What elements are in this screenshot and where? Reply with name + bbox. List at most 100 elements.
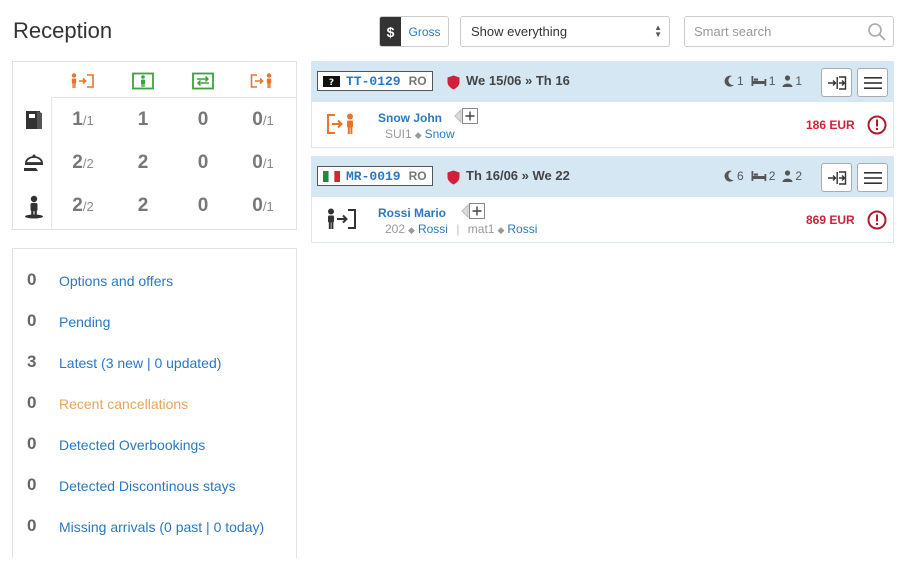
filter-select[interactable]: Show everything ▲ ▼ — [460, 16, 670, 47]
list-link[interactable]: Detected Discontinous stays — [59, 478, 236, 494]
alert-icon[interactable] — [867, 115, 887, 135]
check-in-out-button[interactable] — [821, 163, 852, 192]
list-link[interactable]: Pending — [59, 314, 110, 330]
room-move-icon[interactable] — [188, 72, 218, 90]
stat-cell-guest-arrivals[interactable]: 2/2 — [58, 195, 108, 217]
list-item-discontinuous[interactable]: 0 Detected Discontinous stays — [13, 475, 296, 499]
add-guest-button[interactable] — [461, 203, 485, 219]
booking-code[interactable]: MR-0019 — [346, 169, 401, 184]
list-item-cancellations[interactable]: 0 Recent cancellations — [13, 393, 296, 417]
list-item-overbookings[interactable]: 0 Detected Overbookings — [13, 434, 296, 458]
booking-code-box[interactable]: MR-0019 RO — [317, 166, 433, 186]
list-item-latest[interactable]: 3 Latest (3 new | 0 updated) — [13, 352, 296, 376]
booking-menu-button[interactable] — [857, 68, 888, 97]
unknown-flag-icon: ? — [323, 75, 340, 87]
booking-card: ? TT-0129 RO We 15/06 » Th 16 1 1 1 Snow… — [311, 61, 894, 148]
hamburger-icon — [863, 76, 882, 89]
stat-cell-room-moves[interactable]: 0 — [178, 109, 228, 131]
stat-cell-meal-arrivals[interactable]: 2/2 — [58, 152, 108, 174]
alert-icon[interactable] — [867, 210, 887, 230]
search-icon[interactable] — [867, 22, 887, 42]
booking-guest-row: Snow John SUI1 ◆ Snow 186 EUR — [312, 102, 893, 147]
room-guest-link[interactable]: Rossi — [507, 222, 537, 236]
nights-count: 6 — [737, 169, 744, 183]
booking-code-box[interactable]: ? TT-0129 RO — [317, 71, 433, 91]
booking-guest-row: Rossi Mario 202 ◆ Rossi | mat1 ◆ Rossi 869 E… — [312, 197, 893, 242]
filter-select-value: Show everything — [471, 24, 568, 39]
room-number: SUI1 — [385, 127, 412, 141]
list-count: 0 — [27, 311, 37, 330]
stat-cell-meal-inhouse[interactable]: 2 — [118, 152, 168, 174]
list-link[interactable]: Detected Overbookings — [59, 437, 205, 453]
board-code: RO — [408, 169, 427, 183]
italy-flag-icon — [323, 170, 340, 182]
person-icon — [782, 170, 793, 182]
guests-count: 1 — [795, 74, 803, 88]
departure-icon[interactable] — [248, 72, 278, 90]
smart-search-input[interactable]: Smart search — [684, 16, 894, 47]
booking-dates: Th 16/06 » We 22 — [466, 168, 570, 183]
stat-cell-guest-departures[interactable]: 0/1 — [238, 195, 288, 217]
list-count: 0 — [27, 393, 37, 412]
guest-name-link[interactable]: Rossi Mario — [378, 206, 446, 220]
select-caret-icon: ▲ ▼ — [654, 23, 662, 39]
hamburger-icon — [863, 171, 882, 184]
add-guest-button[interactable] — [454, 108, 478, 124]
tab-arrow-icon — [454, 109, 462, 123]
in-house-icon[interactable] — [128, 72, 158, 90]
booking-header: MR-0019 RO Th 16/06 » We 22 6 2 2 — [312, 157, 893, 197]
check-in-out-icon — [827, 170, 846, 185]
booking-dates: We 15/06 » Th 16 — [466, 73, 570, 88]
stat-cell-meal-departures[interactable]: 0/1 — [238, 152, 288, 174]
meal-service-icon — [22, 152, 46, 176]
booking-stats: 6 2 2 — [724, 169, 802, 183]
check-in-out-icon — [827, 75, 846, 90]
booking-stats: 1 1 1 — [724, 74, 802, 88]
list-link[interactable]: Latest (3 new | 0 updated) — [59, 355, 221, 371]
shield-icon — [447, 75, 460, 90]
guest-name-link[interactable]: Snow John — [378, 111, 442, 125]
shield-icon — [447, 170, 460, 185]
stat-cell-room-departures[interactable]: 0/1 — [238, 109, 288, 131]
plus-icon — [469, 203, 485, 219]
booking-card: MR-0019 RO Th 16/06 » We 22 6 2 2 Rossi … — [311, 156, 894, 243]
room-guest-link[interactable]: Snow — [425, 127, 455, 141]
stat-cell-guest-inhouse[interactable]: 2 — [118, 195, 168, 217]
list-count: 0 — [27, 516, 37, 535]
list-link[interactable]: Options and offers — [59, 273, 173, 289]
booking-menu-button[interactable] — [857, 163, 888, 192]
separator: | — [456, 222, 460, 236]
guest-icon — [22, 195, 46, 219]
room-number: mat1 — [467, 222, 495, 236]
room-number: 202 — [385, 222, 406, 236]
stat-cell-room-arrivals[interactable]: 1/1 — [58, 109, 108, 131]
list-item-options[interactable]: 0 Options and offers — [13, 270, 296, 294]
arrival-icon — [328, 208, 356, 229]
booking-code[interactable]: TT-0129 — [346, 74, 401, 89]
stat-cell-meal-moves[interactable]: 0 — [178, 152, 228, 174]
currency-symbol: $ — [380, 17, 401, 46]
room-guest-link[interactable]: Rossi — [418, 222, 448, 236]
moon-icon — [724, 75, 734, 87]
stat-cell-guest-moves[interactable]: 0 — [178, 195, 228, 217]
arrival-icon[interactable] — [68, 72, 98, 90]
list-item-missing-arrivals[interactable]: 0 Missing arrivals (0 past | 0 today) — [13, 516, 296, 540]
search-placeholder: Smart search — [694, 24, 772, 39]
list-item-pending[interactable]: 0 Pending — [13, 311, 296, 335]
counters-list: 0 Options and offers 0 Pending 3 Latest … — [12, 248, 297, 558]
guest-room-info: SUI1 ◆ Snow — [385, 127, 455, 141]
plus-icon — [462, 108, 478, 124]
list-link[interactable]: Missing arrivals (0 past | 0 today) — [59, 519, 264, 535]
check-in-out-button[interactable] — [821, 68, 852, 97]
stat-cell-room-inhouse[interactable]: 1 — [118, 109, 168, 131]
gross-label[interactable]: Gross — [401, 17, 448, 46]
departure-icon — [327, 113, 353, 134]
nights-count: 1 — [737, 74, 744, 88]
gross-net-toggle[interactable]: $ Gross — [379, 16, 449, 47]
bed-icon — [751, 171, 766, 181]
diamond-icon: ◆ — [408, 225, 415, 235]
moon-icon — [724, 170, 734, 182]
booking-header: ? TT-0129 RO We 15/06 » Th 16 1 1 1 — [312, 62, 893, 102]
board-code: RO — [408, 74, 427, 88]
list-link[interactable]: Recent cancellations — [59, 396, 188, 412]
